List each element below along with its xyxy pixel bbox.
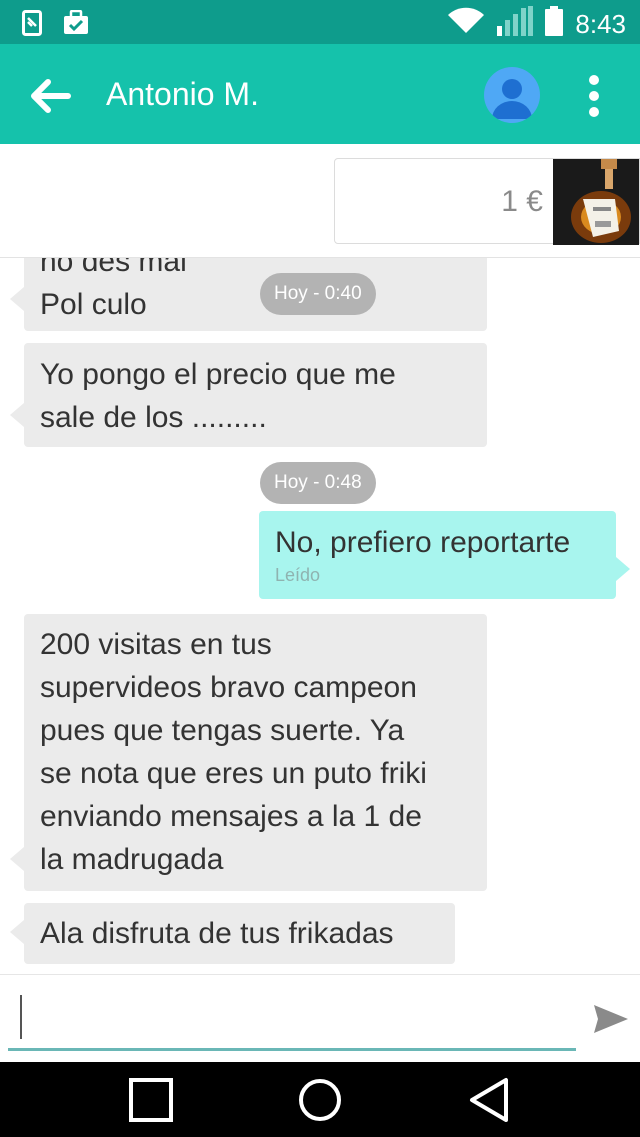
message-bubble-incoming: 200 visitas en tus supervideos bravo cam… xyxy=(10,614,487,891)
message-bubble-outgoing: No, prefiero reportarte Leído xyxy=(259,511,630,599)
avatar-icon[interactable] xyxy=(484,67,540,123)
back-icon[interactable] xyxy=(466,1076,514,1124)
message-line: Pol culo xyxy=(40,288,147,321)
overflow-menu-icon[interactable] xyxy=(580,72,608,120)
composer xyxy=(0,974,640,1062)
wifi-icon xyxy=(447,7,485,40)
message-bubble-incoming: no des mal Pol culo xyxy=(10,258,487,331)
message-bubble-incoming: Yo pongo el precio que me sale de los ..… xyxy=(10,343,487,447)
message-list[interactable]: no des mal Pol culo Hoy - 0:40 Yo pongo … xyxy=(0,258,640,974)
clock: 8:43 xyxy=(575,8,626,39)
sim-card-icon xyxy=(22,10,42,41)
status-bar: 8:43 xyxy=(0,0,640,44)
app-bar: Antonio M. xyxy=(0,44,640,144)
message-line: sale de los ......... xyxy=(40,401,267,434)
message-input[interactable] xyxy=(8,993,576,1051)
message-line: enviando mensajes a la 1 de xyxy=(40,800,422,833)
briefcase-icon xyxy=(62,9,90,41)
guitar-thumbnail[interactable] xyxy=(553,159,639,245)
home-icon[interactable] xyxy=(296,1076,344,1124)
message-line: pues que tengas suerte. Ya xyxy=(40,714,405,747)
message-line: la madrugada xyxy=(40,843,224,876)
signal-icon xyxy=(497,6,534,41)
message-line: No, prefiero reportarte xyxy=(275,526,571,559)
text-caret xyxy=(20,995,22,1039)
back-arrow-icon[interactable] xyxy=(28,74,72,118)
product-strip: 1 € xyxy=(0,144,640,258)
message-line: supervideos bravo campeon xyxy=(40,671,417,704)
product-card[interactable]: 1 € xyxy=(334,158,640,245)
timestamp-chip: Hoy - 0:40 xyxy=(260,273,376,315)
message-line: Ala disfruta de tus frikadas xyxy=(40,917,394,950)
contact-name[interactable]: Antonio M. xyxy=(106,74,259,114)
system-nav-bar xyxy=(0,1062,640,1137)
send-icon[interactable] xyxy=(590,999,630,1039)
product-price: 1 € xyxy=(501,185,543,218)
timestamp-chip: Hoy - 0:48 xyxy=(260,462,376,504)
recents-icon[interactable] xyxy=(127,1076,175,1124)
message-line: se nota que eres un puto friki xyxy=(40,757,427,790)
message-bubble-incoming: Ala disfruta de tus frikadas xyxy=(10,903,455,964)
battery-icon xyxy=(545,6,564,41)
message-line: no des mal xyxy=(40,258,187,278)
message-line: 200 visitas en tus xyxy=(40,628,272,661)
message-line: Yo pongo el precio que me xyxy=(40,358,396,391)
read-receipt: Leído xyxy=(275,565,321,585)
